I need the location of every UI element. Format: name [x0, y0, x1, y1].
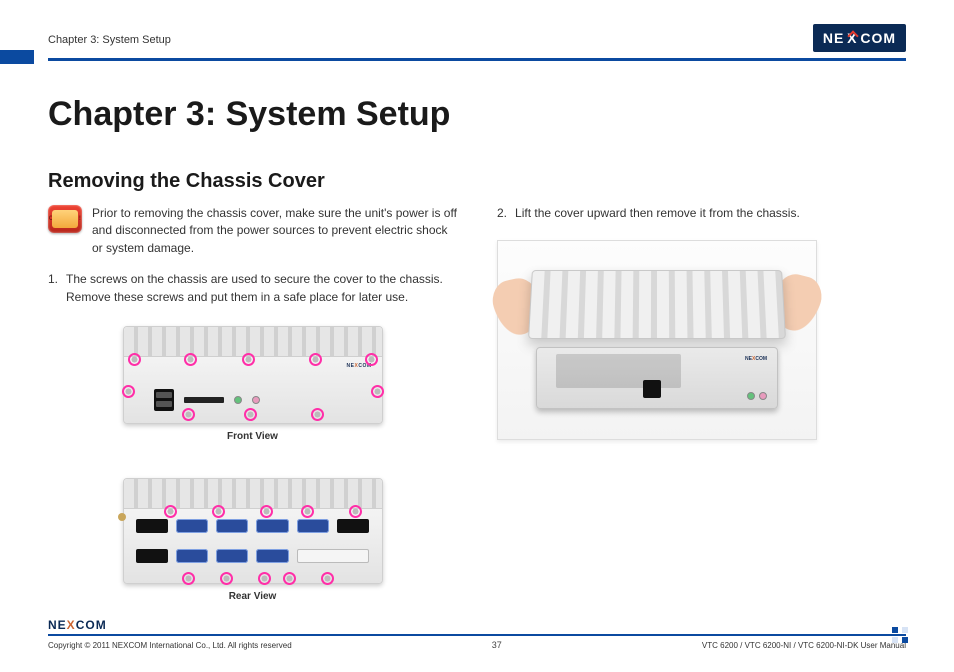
device-logo: NEXCOM — [347, 363, 372, 370]
footer-ornament-icon — [892, 627, 908, 643]
step-2: 2. Lift the cover upward then remove it … — [497, 205, 906, 222]
rear-ports — [136, 519, 370, 573]
rear-view-figure: Rear View — [48, 478, 457, 605]
header-rule — [48, 58, 906, 61]
chassis-lid — [528, 270, 786, 339]
serial-port-icon — [297, 519, 329, 533]
caution-text: Prior to removing the chassis cover, mak… — [92, 205, 457, 257]
chassis-base: NEXCOM — [536, 347, 778, 409]
page-header: Chapter 3: System Setup NEXCOM — [48, 24, 906, 52]
io-connector-icon — [297, 549, 370, 563]
antenna-icon — [118, 513, 126, 521]
usb-ports-icon — [154, 389, 174, 411]
audio-jack-pink-icon — [252, 396, 260, 404]
step-1: 1. The screws on the chassis are used to… — [48, 271, 457, 306]
screw-marker-icon — [311, 408, 324, 421]
step-2-number: 2. — [497, 205, 507, 222]
front-face: NEXCOM — [124, 357, 382, 423]
nexcom-logo-chip: NEXCOM — [813, 24, 906, 52]
screw-marker-icon — [182, 572, 195, 585]
device-front: NEXCOM — [123, 326, 383, 424]
footer-doc-title: VTC 6200 / VTC 6200-NI / VTC 6200-NI-DK … — [702, 641, 906, 650]
header-breadcrumb: Chapter 3: System Setup — [48, 34, 171, 52]
content-columns: CAUTION! Prior to removing the chassis c… — [48, 205, 906, 605]
rear-face — [124, 509, 382, 583]
right-column: 2. Lift the cover upward then remove it … — [497, 205, 906, 605]
port-icon — [337, 519, 369, 533]
serial-port-icon — [256, 519, 288, 533]
lift-cover-photo: NEXCOM — [497, 240, 817, 440]
screw-marker-icon — [371, 385, 384, 398]
chassis-fins — [124, 479, 382, 509]
serial-port-icon — [176, 519, 208, 533]
step-1-text: The screws on the chassis are used to se… — [66, 271, 457, 306]
footer-page-number: 37 — [492, 640, 502, 650]
screw-marker-icon — [321, 572, 334, 585]
front-view-figure: NEXCOM — [48, 326, 457, 445]
vga-port-icon — [256, 549, 288, 563]
step-1-number: 1. — [48, 271, 58, 306]
ethernet-port-icon — [136, 549, 168, 563]
screw-marker-icon — [258, 572, 271, 585]
screw-marker-icon — [220, 572, 233, 585]
front-ports — [154, 389, 260, 411]
step-2-text: Lift the cover upward then remove it fro… — [515, 205, 906, 222]
device-logo: NEXCOM — [745, 356, 767, 363]
left-column: CAUTION! Prior to removing the chassis c… — [48, 205, 457, 605]
brand-logo: NEXCOM — [813, 24, 906, 52]
audio-jack-green-icon — [234, 396, 242, 404]
chassis-fins — [124, 327, 382, 357]
audio-jack-pink-icon — [759, 392, 767, 400]
footer-rule — [48, 634, 906, 636]
caution-badge-text: CAUTION! — [48, 205, 82, 233]
page-footer: NEXCOM Copyright © 2011 NEXCOM Internati… — [48, 618, 906, 650]
audio-jack-green-icon — [747, 392, 755, 400]
screw-marker-icon — [283, 572, 296, 585]
serial-port-icon — [216, 519, 248, 533]
ethernet-port-icon — [136, 519, 168, 533]
screw-marker-icon — [122, 385, 135, 398]
section-heading: Removing the Chassis Cover — [48, 170, 906, 193]
device-rear — [123, 478, 383, 584]
caution-icon: CAUTION! — [48, 205, 82, 233]
audio-jacks — [747, 392, 767, 400]
usb-ports-icon — [643, 380, 661, 398]
serial-port-icon — [216, 549, 248, 563]
rear-caption: Rear View — [229, 590, 277, 605]
cf-slot-icon — [184, 397, 224, 403]
serial-port-icon — [176, 549, 208, 563]
footer-logo: NEXCOM — [48, 618, 107, 632]
footer-copyright: Copyright © 2011 NEXCOM International Co… — [48, 641, 292, 650]
chapter-title: Chapter 3: System Setup — [48, 95, 906, 134]
caution-block: CAUTION! Prior to removing the chassis c… — [48, 205, 457, 257]
front-caption: Front View — [227, 430, 278, 445]
